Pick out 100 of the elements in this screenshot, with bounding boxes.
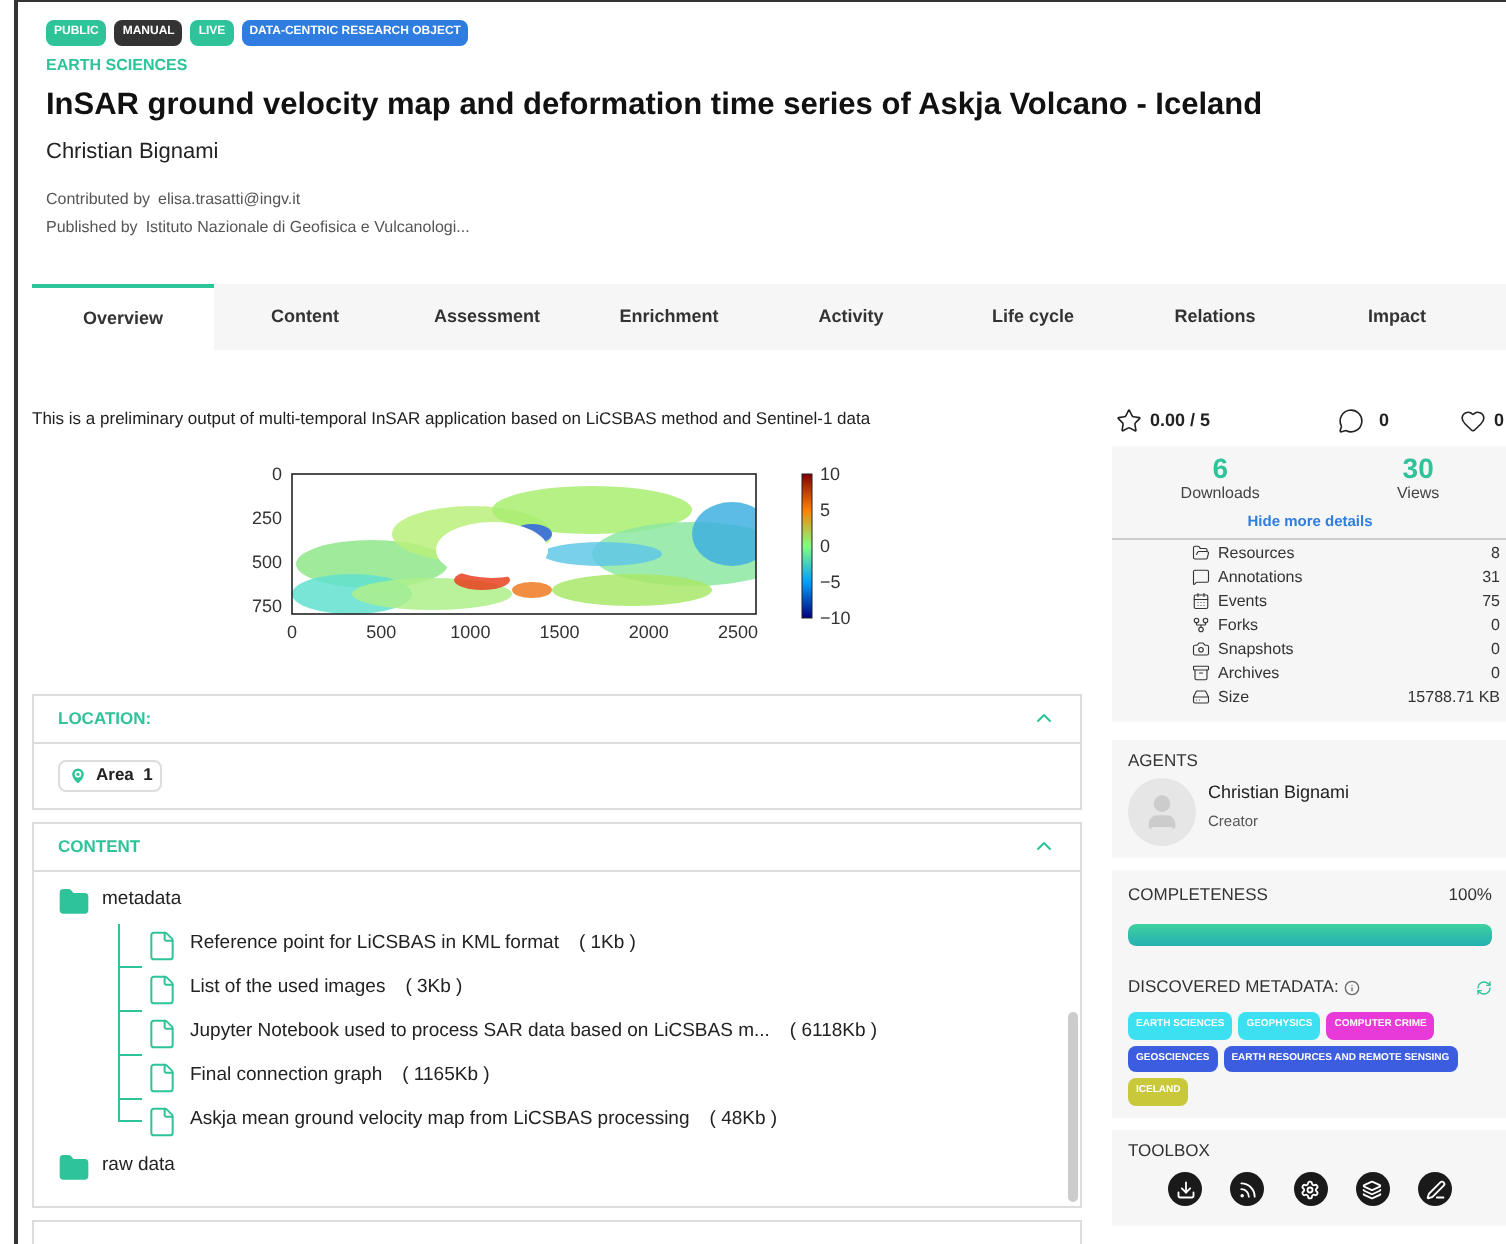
stat-value: 0 [1491, 661, 1500, 686]
folder-icon [58, 885, 90, 917]
tab[interactable]: Enrichment [578, 283, 760, 350]
downloads-label: Downloads [1180, 483, 1260, 504]
file-size: ( 48Kb ) [709, 1106, 778, 1135]
file-name[interactable]: Jupyter Notebook used to process SAR data based on LiCSBAS m... [190, 1018, 770, 1048]
file-name[interactable]: Final connection graph [190, 1062, 383, 1092]
stat-value: 8 [1491, 541, 1500, 566]
drive-icon [1192, 688, 1210, 707]
folder-name[interactable]: metadata [102, 886, 182, 916]
x-tick-label: 500 [366, 621, 397, 641]
avatar [1128, 777, 1196, 845]
colorbar-tick-label: −5 [820, 571, 841, 591]
y-tick-label: 500 [251, 551, 282, 571]
category-label: EARTH SCIENCES [46, 54, 190, 78]
section-title: TOOLBOX [1128, 1137, 1212, 1163]
stat-label: Forks [1218, 613, 1258, 638]
tree-connector [118, 1011, 142, 1055]
completeness-value: 100% [1448, 881, 1492, 907]
y-tick-label: 750 [251, 595, 282, 615]
stat-value: 15788.71 KB [1407, 685, 1500, 710]
colorbar-tick-label: 10 [820, 463, 841, 483]
file-icon [146, 1105, 178, 1137]
x-tick-label: 2500 [717, 621, 759, 641]
stat-label: Size [1218, 685, 1250, 710]
comment-icon [1192, 568, 1210, 587]
contributed-label: Contributed by [46, 187, 151, 212]
archive-icon [1192, 664, 1210, 683]
page-title: InSAR ground velocity map and deformation time series of Askja Volcano - Iceland [46, 86, 1265, 126]
views-count: 30 [1402, 451, 1434, 484]
publisher-name: Istituto Nazionale di Geofisica e Vulcanologi... [145, 215, 470, 240]
stat-value: 31 [1482, 565, 1500, 590]
section-title: COMPLETENESS [1128, 881, 1268, 907]
star-icon[interactable] [1116, 408, 1142, 435]
like-count: 0 [1493, 408, 1504, 434]
stat-value: 0 [1491, 637, 1500, 662]
author-name: Christian Bignami [46, 138, 221, 169]
heart-icon[interactable] [1459, 408, 1486, 435]
stat-label: Resources [1218, 541, 1295, 566]
panel-title: LOCATION: [58, 705, 152, 731]
downloads-count: 6 [1212, 451, 1228, 484]
colorbar-tick-label: 0 [820, 535, 831, 555]
file-size: ( 3Kb ) [405, 974, 463, 1003]
file-size: ( 6118Kb ) [789, 1018, 878, 1047]
file-size: ( 1165Kb ) [402, 1062, 490, 1091]
stat-value: 75 [1482, 589, 1500, 614]
file-name[interactable]: List of the used images [190, 974, 386, 1004]
settings-icon[interactable] [1293, 1172, 1327, 1207]
tab[interactable]: Relations [1124, 283, 1306, 350]
panel-title: CONTENT [58, 833, 141, 859]
tree-connector [118, 923, 142, 967]
file-icon [146, 973, 178, 1005]
stat-value: 0 [1491, 613, 1500, 638]
file-size: ( 1Kb ) [578, 930, 636, 959]
calendar-icon [1192, 592, 1210, 611]
description: This is a preliminary output of multi-temporal InSAR application based on LiCSBAS method and Sentinel-1 data [32, 405, 873, 431]
tab[interactable]: Impact [1306, 283, 1488, 350]
comment-count: 0 [1379, 408, 1390, 434]
section-title: DISCOVERED METADATA: [1128, 974, 1339, 1000]
folder-icon [1192, 544, 1210, 563]
tab[interactable]: Life cycle [942, 283, 1124, 350]
pin-icon [68, 765, 88, 785]
rss-icon[interactable] [1230, 1172, 1265, 1207]
published-label: Published by [46, 215, 138, 240]
stat-label: Events [1218, 589, 1267, 614]
y-tick-label: 250 [251, 507, 282, 527]
x-tick-label: 1000 [450, 621, 491, 641]
y-tick-label: 0 [271, 463, 282, 483]
tab[interactable]: Activity [760, 283, 942, 350]
contributor-email: elisa.trasatti@ingv.it [158, 187, 301, 212]
file-name[interactable]: Askja mean ground velocity map from LiCSBAS processing [190, 1106, 690, 1136]
rating-value: 0.00 / 5 [1150, 408, 1211, 434]
comment-icon[interactable] [1337, 408, 1363, 435]
x-tick-label: 2000 [628, 621, 669, 641]
tree-connector [118, 967, 142, 1011]
file-icon [146, 929, 178, 961]
file-name[interactable]: Reference point for LiCSBAS in KML format [190, 930, 559, 960]
layers-icon[interactable] [1355, 1172, 1390, 1207]
colorbar-tick-label: 5 [820, 499, 831, 519]
stat-label: Annotations [1218, 565, 1303, 590]
tab[interactable]: Overview [32, 283, 214, 350]
views-label: Views [1396, 483, 1440, 504]
folder-icon [58, 1151, 90, 1183]
file-icon [146, 1061, 178, 1093]
download-icon[interactable] [1168, 1172, 1202, 1207]
agent-name: Christian Bignami [1208, 779, 1350, 806]
file-icon [146, 1017, 178, 1049]
stat-label: Snapshots [1218, 637, 1294, 662]
fork-icon [1192, 616, 1210, 635]
x-tick-label: 1500 [539, 621, 580, 641]
section-title: AGENTS [1128, 747, 1200, 773]
area-chip[interactable]: Area 1 [58, 759, 163, 791]
scrollbar[interactable] [1068, 1011, 1078, 1201]
camera-icon [1192, 640, 1210, 659]
folder-name[interactable]: raw data [102, 1152, 175, 1182]
tab[interactable]: Assessment [396, 283, 578, 350]
tab[interactable]: Content [214, 283, 396, 350]
colorbar-tick-label: −10 [820, 607, 851, 627]
pen-icon[interactable] [1418, 1172, 1452, 1207]
info-icon[interactable] [1344, 979, 1361, 996]
